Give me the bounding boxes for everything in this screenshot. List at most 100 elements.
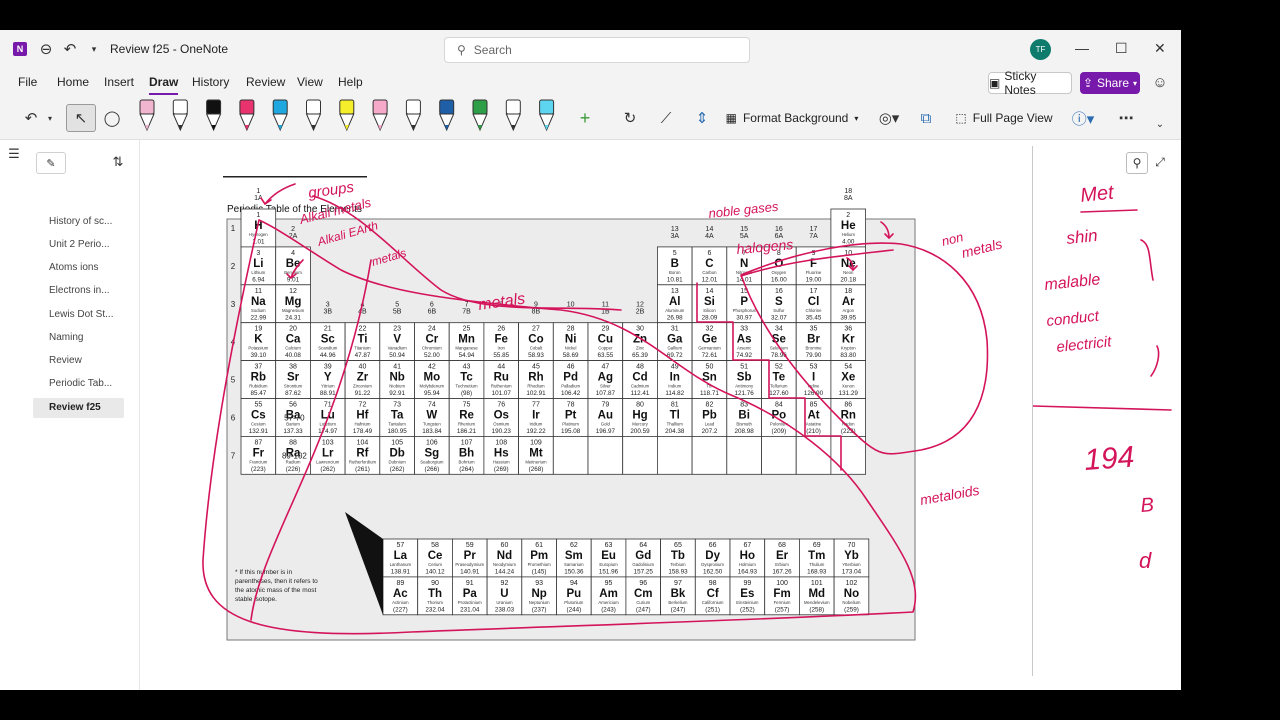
atomic-number: 98 (709, 580, 717, 587)
full-page-view-button[interactable]: ⬚ Full Page View (952, 104, 1056, 132)
element-name: Lead (705, 422, 715, 427)
element-symbol: Es (740, 588, 754, 600)
element-name: Scandium (318, 346, 338, 351)
hamburger-menu-icon[interactable]: ☰ (4, 144, 24, 164)
element-symbol: La (394, 550, 408, 562)
pen-4-icon[interactable] (239, 99, 255, 132)
group-number-label: 17 (810, 226, 818, 233)
format-background-button[interactable]: ▦ Format Background ▾ (724, 104, 860, 132)
element-name: Krypton (841, 346, 856, 351)
annotation-metalloids: metaloids (919, 482, 981, 508)
element-symbol: Ni (565, 334, 577, 346)
menu-view[interactable]: View (297, 75, 323, 89)
atomic-mass: (247) (671, 606, 686, 613)
element-name: Carbon (702, 270, 717, 275)
maximize-icon[interactable]: ☐ (1115, 40, 1128, 57)
undo-button-icon[interactable]: ↶ (20, 104, 42, 132)
element-name: Holmium (739, 562, 756, 567)
element-symbol: As (737, 334, 752, 346)
lasso-select-icon[interactable]: ◯ (100, 104, 124, 132)
ink-to-shape-icon[interactable]: ↻ (618, 104, 642, 132)
page-item-history[interactable]: History of sc... (49, 216, 112, 227)
page-item-review[interactable]: Review (49, 355, 82, 366)
element-symbol: Fe (495, 334, 508, 346)
close-icon[interactable]: ✕ (1154, 40, 1166, 57)
pen-8-icon[interactable] (372, 99, 388, 132)
page-item-atoms-ions[interactable]: Atoms ions (49, 262, 98, 273)
ruler-icon[interactable]: ⟋ (654, 104, 678, 132)
atomic-mass: (209) (771, 428, 786, 435)
pen-6-icon[interactable] (305, 99, 322, 132)
pen-13-icon[interactable] (538, 99, 555, 132)
menu-draw[interactable]: Draw (149, 75, 179, 95)
element-symbol: Rn (841, 410, 856, 422)
note-canvas[interactable]: Periodic Table of the Elements 1 1A 2 2A 3 3B 4… (141, 140, 1181, 690)
pen-3-icon[interactable] (205, 99, 222, 132)
page-item-electrons[interactable]: Electrons in... (49, 285, 110, 296)
element-symbol: Cs (251, 410, 266, 422)
collapse-ribbon-icon[interactable]: ⌄ (1150, 110, 1170, 138)
search-box[interactable]: ⚲ Search (444, 37, 750, 63)
pen-2-icon[interactable] (172, 99, 189, 132)
page-item-review-f25[interactable]: Review f25 (49, 402, 101, 413)
feedback-icon[interactable]: ☺ (1150, 72, 1170, 92)
atomic-mass: 79.90 (806, 352, 822, 359)
menu-history[interactable]: History (192, 75, 229, 89)
back-icon[interactable]: ⊖ (36, 39, 56, 59)
sticky-notes-button[interactable]: ▣ Sticky Notes (988, 69, 1072, 97)
menu-review[interactable]: Review (246, 75, 285, 89)
period-label: 3 (231, 300, 236, 309)
menu-help[interactable]: Help (338, 75, 363, 89)
element-te: 52TeTellurium127.60 (761, 360, 797, 399)
atomic-number: 24 (428, 326, 436, 333)
ink-to-text-icon[interactable]: ⧉ (914, 104, 938, 132)
help-icon[interactable]: ⓘ▾ (1066, 104, 1100, 132)
element-symbol: Sg (424, 447, 439, 459)
element-am: 95AmAmericium(243) (590, 576, 627, 616)
pen-5-icon[interactable] (272, 99, 288, 132)
pen-1-icon[interactable] (139, 99, 155, 132)
share-button[interactable]: ⇪ Share ▾ (1080, 72, 1140, 94)
element-name: Antimony (735, 384, 754, 389)
menu-home[interactable]: Home (57, 75, 89, 89)
more-options-icon[interactable]: ⋯ (1114, 104, 1138, 132)
pen-9-icon[interactable] (405, 99, 422, 132)
page-item-periodic-table[interactable]: Periodic Tab... (49, 378, 112, 389)
atomic-mass: (237) (532, 606, 547, 613)
menu-insert[interactable]: Insert (104, 75, 134, 89)
shapes-icon[interactable]: ◎▾ (874, 104, 904, 132)
element-name: Potassium (248, 346, 268, 351)
sort-pages-icon[interactable]: ⇅ (108, 152, 128, 172)
page-item-unit2[interactable]: Unit 2 Perio... (49, 239, 110, 250)
element-symbol: Db (389, 447, 404, 459)
element-name: Boron (669, 270, 681, 275)
pen-11-icon[interactable] (472, 99, 488, 132)
atomic-number: 51 (740, 364, 748, 371)
element-symbol: Ho (740, 550, 755, 562)
undo-dropdown-icon[interactable]: ▾ (44, 104, 56, 132)
expand-icon[interactable]: ⤢ (1150, 152, 1170, 172)
pen-7-icon[interactable] (339, 99, 355, 132)
insert-space-icon[interactable]: ⇕ (690, 104, 714, 132)
menu-file[interactable]: File (18, 75, 37, 89)
add-page-icon[interactable]: ✎ (36, 152, 66, 174)
pen-12-icon[interactable] (505, 99, 522, 132)
account-avatar[interactable]: TF (1030, 39, 1051, 60)
element-symbol: K (254, 334, 263, 346)
select-tool-icon[interactable]: ↖ (66, 104, 96, 132)
pen-10-icon[interactable] (438, 99, 455, 132)
atomic-number: 91 (466, 580, 474, 587)
undo-icon[interactable]: ↶ (60, 39, 80, 59)
atomic-number: 70 (848, 542, 856, 549)
zoom-search-icon[interactable]: ⚲ (1126, 152, 1148, 174)
element-symbol: V (393, 334, 401, 346)
page-item-lewis-dot[interactable]: Lewis Dot St... (49, 309, 113, 320)
element-symbol: Tc (460, 372, 473, 384)
element-c: 6CCarbon12.01 (691, 246, 728, 286)
atomic-number: 86 (844, 402, 852, 409)
customize-toolbar-icon[interactable]: ▾ (84, 39, 104, 59)
add-pen-icon[interactable]: + (570, 104, 600, 132)
minimize-icon[interactable]: — (1075, 40, 1089, 56)
element-gd: 64GdGadolinium 157.25 (625, 538, 661, 578)
page-item-naming[interactable]: Naming (49, 332, 83, 343)
